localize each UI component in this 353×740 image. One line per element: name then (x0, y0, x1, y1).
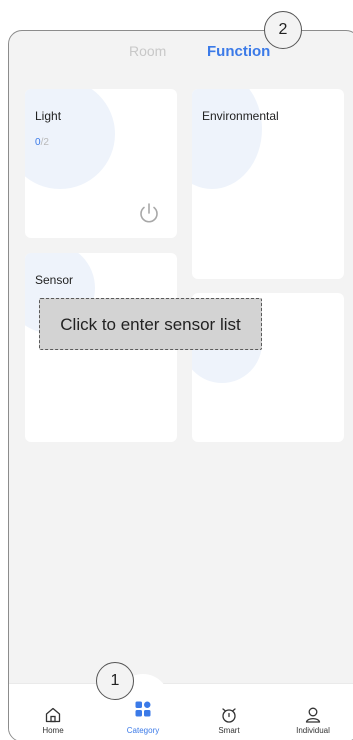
tab-function[interactable]: Function (207, 43, 270, 60)
nav-label-home: Home (42, 726, 64, 735)
sensor-card-title: Sensor (35, 273, 74, 287)
nav-item-home[interactable]: Home (23, 706, 83, 735)
header-tabs: Room Function (9, 31, 353, 73)
nav-item-category[interactable]: Category (113, 701, 173, 735)
light-card[interactable]: Light 0/2 (25, 89, 177, 238)
bottom-navigation: Home Category Smart Individual (9, 674, 353, 740)
nav-item-individual[interactable]: Individual (283, 706, 343, 735)
light-total-count: /2 (40, 137, 49, 148)
environmental-card-title: Environmental (202, 109, 279, 123)
category-icon (135, 701, 151, 717)
tab-room[interactable]: Room (129, 43, 166, 59)
power-icon[interactable] (137, 201, 161, 225)
nav-label-smart: Smart (218, 726, 240, 735)
nav-label-category: Category (126, 726, 160, 735)
app-screen: Room Function Light 0/2 Environmental Se… (8, 30, 353, 740)
nav-item-smart[interactable]: Smart (199, 706, 259, 735)
environmental-card-decoration (192, 89, 262, 189)
step-marker-1: 1 (96, 662, 134, 700)
light-card-count: 0/2 (35, 137, 49, 148)
sensor-list-tooltip[interactable]: Click to enter sensor list (39, 298, 262, 350)
home-icon (45, 707, 61, 723)
nav-label-individual: Individual (296, 726, 330, 735)
environmental-card[interactable]: Environmental (192, 89, 344, 279)
smart-icon (222, 708, 236, 723)
step-marker-2: 2 (264, 11, 302, 49)
light-card-title: Light (35, 109, 62, 123)
user-icon (305, 707, 321, 723)
